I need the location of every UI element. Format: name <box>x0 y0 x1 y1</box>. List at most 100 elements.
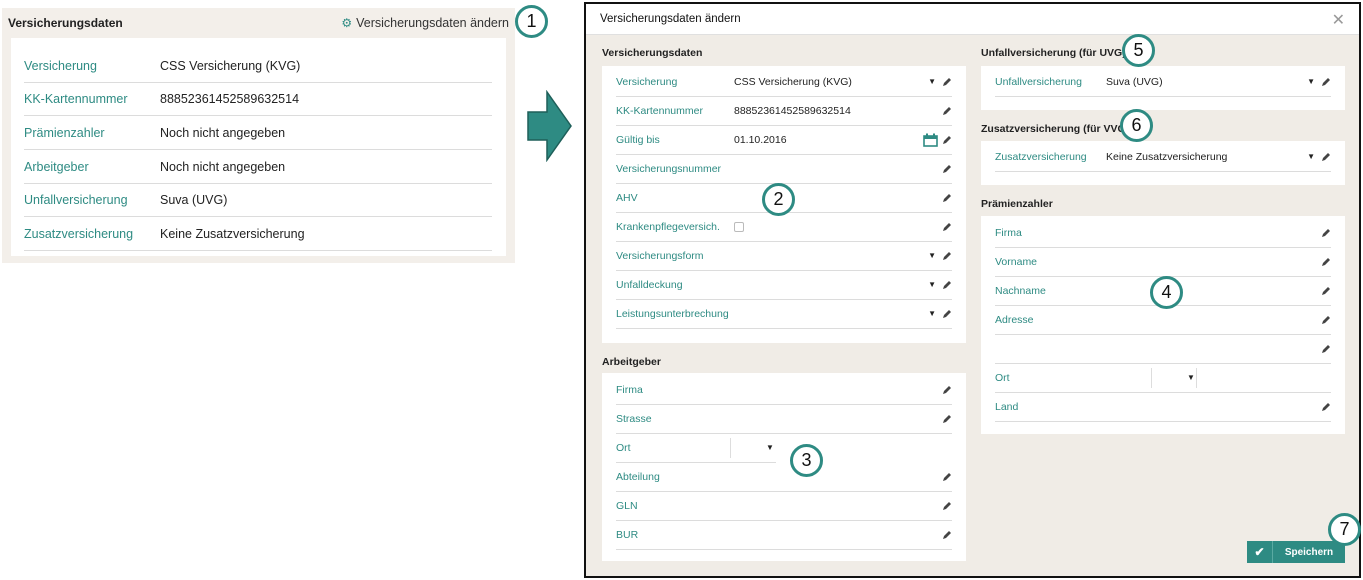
field-versicherungsnummer[interactable]: Versicherungsnummer <box>616 155 952 184</box>
field-versicherungsform[interactable]: Versicherungsform ▼ <box>616 242 952 271</box>
section-title-praemienzahler: Prämienzahler <box>981 198 1053 210</box>
pencil-icon[interactable] <box>942 414 952 424</box>
field-value: Suva (UVG) <box>1106 76 1163 88</box>
pencil-icon[interactable] <box>942 501 952 511</box>
field-praemienzahler-vorname[interactable]: Vorname <box>995 248 1331 277</box>
field-label: Adresse <box>995 314 1034 326</box>
field-label: BUR <box>616 529 639 541</box>
step-badge-1: 1 <box>515 5 548 38</box>
field-arbeitgeber-gln[interactable]: GLN <box>616 492 952 521</box>
field-versicherung[interactable]: Versicherung CSS Versicherung (KVG) ▼ <box>616 68 952 97</box>
field-praemienzahler-firma[interactable]: Firma <box>995 219 1331 248</box>
pencil-icon[interactable] <box>1321 152 1331 162</box>
checkbox[interactable] <box>734 222 744 232</box>
summary-row-value: Noch nicht angegeben <box>160 126 286 140</box>
pencil-icon[interactable] <box>942 472 952 482</box>
field-praemienzahler-land[interactable]: Land <box>995 393 1331 422</box>
chevron-down-icon[interactable]: ▼ <box>928 280 936 289</box>
field-value: Keine Zusatzversicherung <box>1106 151 1228 163</box>
pencil-icon[interactable] <box>1321 344 1331 354</box>
chevron-down-icon[interactable]: ▼ <box>928 251 936 260</box>
summary-row-arbeitgeber: Arbeitgeber Noch nicht angegeben <box>24 151 492 184</box>
section-title-arbeitgeber: Arbeitgeber <box>602 356 661 368</box>
summary-row-value: 88852361452589632514 <box>160 92 300 106</box>
field-arbeitgeber-strasse[interactable]: Strasse <box>616 405 952 434</box>
pencil-icon[interactable] <box>942 280 952 290</box>
field-praemienzahler-adresse[interactable]: Adresse <box>995 306 1331 335</box>
field-label: Gültig bis <box>616 134 660 146</box>
field-gueltig-bis[interactable]: Gültig bis 01.10.2016 <box>616 126 952 155</box>
field-label: Strasse <box>616 413 652 425</box>
save-button-label: Speichern <box>1284 546 1334 558</box>
calendar-icon[interactable] <box>923 133 938 147</box>
summary-body: Versicherung CSS Versicherung (KVG) KK-K… <box>11 38 506 256</box>
pencil-icon[interactable] <box>1321 286 1331 296</box>
summary-row-unfallversicherung: Unfallversicherung Suva (UVG) <box>24 184 492 217</box>
field-arbeitgeber-abteilung[interactable]: Abteilung <box>616 463 952 492</box>
field-label: Unfallversicherung <box>995 76 1082 88</box>
pencil-icon[interactable] <box>942 77 952 87</box>
pencil-icon[interactable] <box>942 309 952 319</box>
field-praemienzahler-ort[interactable]: Ort ▼ <box>995 364 1331 393</box>
unfallversicherung-card: Unfallversicherung Suva (UVG) ▼ <box>981 66 1345 110</box>
field-krankenpflegeversich[interactable]: Krankenpflegeversich. <box>616 213 952 242</box>
pencil-icon[interactable] <box>942 106 952 116</box>
field-praemienzahler-adresse-2[interactable] <box>995 335 1331 364</box>
pencil-icon[interactable] <box>942 135 952 145</box>
field-divider <box>1151 368 1152 388</box>
field-kk-kartennummer[interactable]: KK-Kartennummer 88852361452589632514 <box>616 97 952 126</box>
pencil-icon[interactable] <box>1321 315 1331 325</box>
section-title-zusatzversicherung: Zusatzversicherung (für VVG) <box>981 123 1130 135</box>
chevron-down-icon[interactable]: ▼ <box>1307 152 1315 161</box>
insurance-summary-panel: Versicherungsdaten ⚙ Versicherungsdaten … <box>2 8 515 263</box>
chevron-down-icon[interactable]: ▼ <box>928 77 936 86</box>
field-label: Firma <box>995 227 1022 239</box>
summary-header: Versicherungsdaten ⚙ Versicherungsdaten … <box>2 8 515 38</box>
pencil-icon[interactable] <box>942 251 952 261</box>
field-label: Firma <box>616 384 643 396</box>
save-button[interactable]: ✔ Speichern <box>1247 541 1345 563</box>
field-label: Versicherungsform <box>616 250 704 262</box>
summary-row-value: CSS Versicherung (KVG) <box>160 59 301 73</box>
field-unfallversicherung[interactable]: Unfallversicherung Suva (UVG) ▼ <box>995 68 1331 97</box>
summary-row-label: Zusatzversicherung <box>24 227 134 241</box>
step-badge-5: 5 <box>1122 34 1155 67</box>
field-value: CSS Versicherung (KVG) <box>734 76 852 88</box>
pencil-icon[interactable] <box>942 193 952 203</box>
pencil-icon[interactable] <box>1321 257 1331 267</box>
field-leistungsunterbrechung[interactable]: Leistungsunterbrechung ▼ <box>616 300 952 329</box>
pencil-icon[interactable] <box>942 385 952 395</box>
field-label: Land <box>995 401 1019 413</box>
pencil-icon[interactable] <box>942 164 952 174</box>
summary-row-label: Arbeitgeber <box>24 160 89 174</box>
field-label: Vorname <box>995 256 1038 268</box>
checkmark-icon: ✔ <box>1247 541 1273 563</box>
chevron-down-icon[interactable]: ▼ <box>1187 373 1195 382</box>
edit-insurance-dialog: Versicherungsdaten ändern ✕ Versicherung… <box>584 2 1361 578</box>
field-label: Ort <box>995 372 1010 384</box>
field-label: Zusatzversicherung <box>995 151 1087 163</box>
pencil-icon[interactable] <box>942 530 952 540</box>
field-label: GLN <box>616 500 638 512</box>
pencil-icon[interactable] <box>1321 228 1331 238</box>
field-label: Versicherungsnummer <box>616 163 722 175</box>
dialog-title: Versicherungsdaten ändern <box>600 13 741 25</box>
edit-insurance-link[interactable]: ⚙ Versicherungsdaten ändern <box>341 16 509 30</box>
field-label: KK-Kartennummer <box>616 105 703 117</box>
field-arbeitgeber-firma[interactable]: Firma <box>616 376 952 405</box>
dialog-header: Versicherungsdaten ändern <box>586 4 1359 35</box>
summary-row-praemienzahler: Prämienzahler Noch nicht angegeben <box>24 117 492 150</box>
field-unfalldeckung[interactable]: Unfalldeckung ▼ <box>616 271 952 300</box>
field-arbeitgeber-bur[interactable]: BUR <box>616 521 952 550</box>
pencil-icon[interactable] <box>942 222 952 232</box>
summary-row-value: Suva (UVG) <box>160 193 228 207</box>
pencil-icon[interactable] <box>1321 402 1331 412</box>
close-icon[interactable]: ✕ <box>1332 10 1345 30</box>
field-zusatzversicherung[interactable]: Zusatzversicherung Keine Zusatzversicher… <box>995 143 1331 172</box>
pencil-icon[interactable] <box>1321 77 1331 87</box>
summary-row-label: Unfallversicherung <box>24 193 128 207</box>
field-arbeitgeber-ort[interactable]: Ort ▼ <box>616 434 776 463</box>
chevron-down-icon[interactable]: ▼ <box>1307 77 1315 86</box>
chevron-down-icon[interactable]: ▼ <box>928 309 936 318</box>
chevron-down-icon[interactable]: ▼ <box>766 443 774 452</box>
